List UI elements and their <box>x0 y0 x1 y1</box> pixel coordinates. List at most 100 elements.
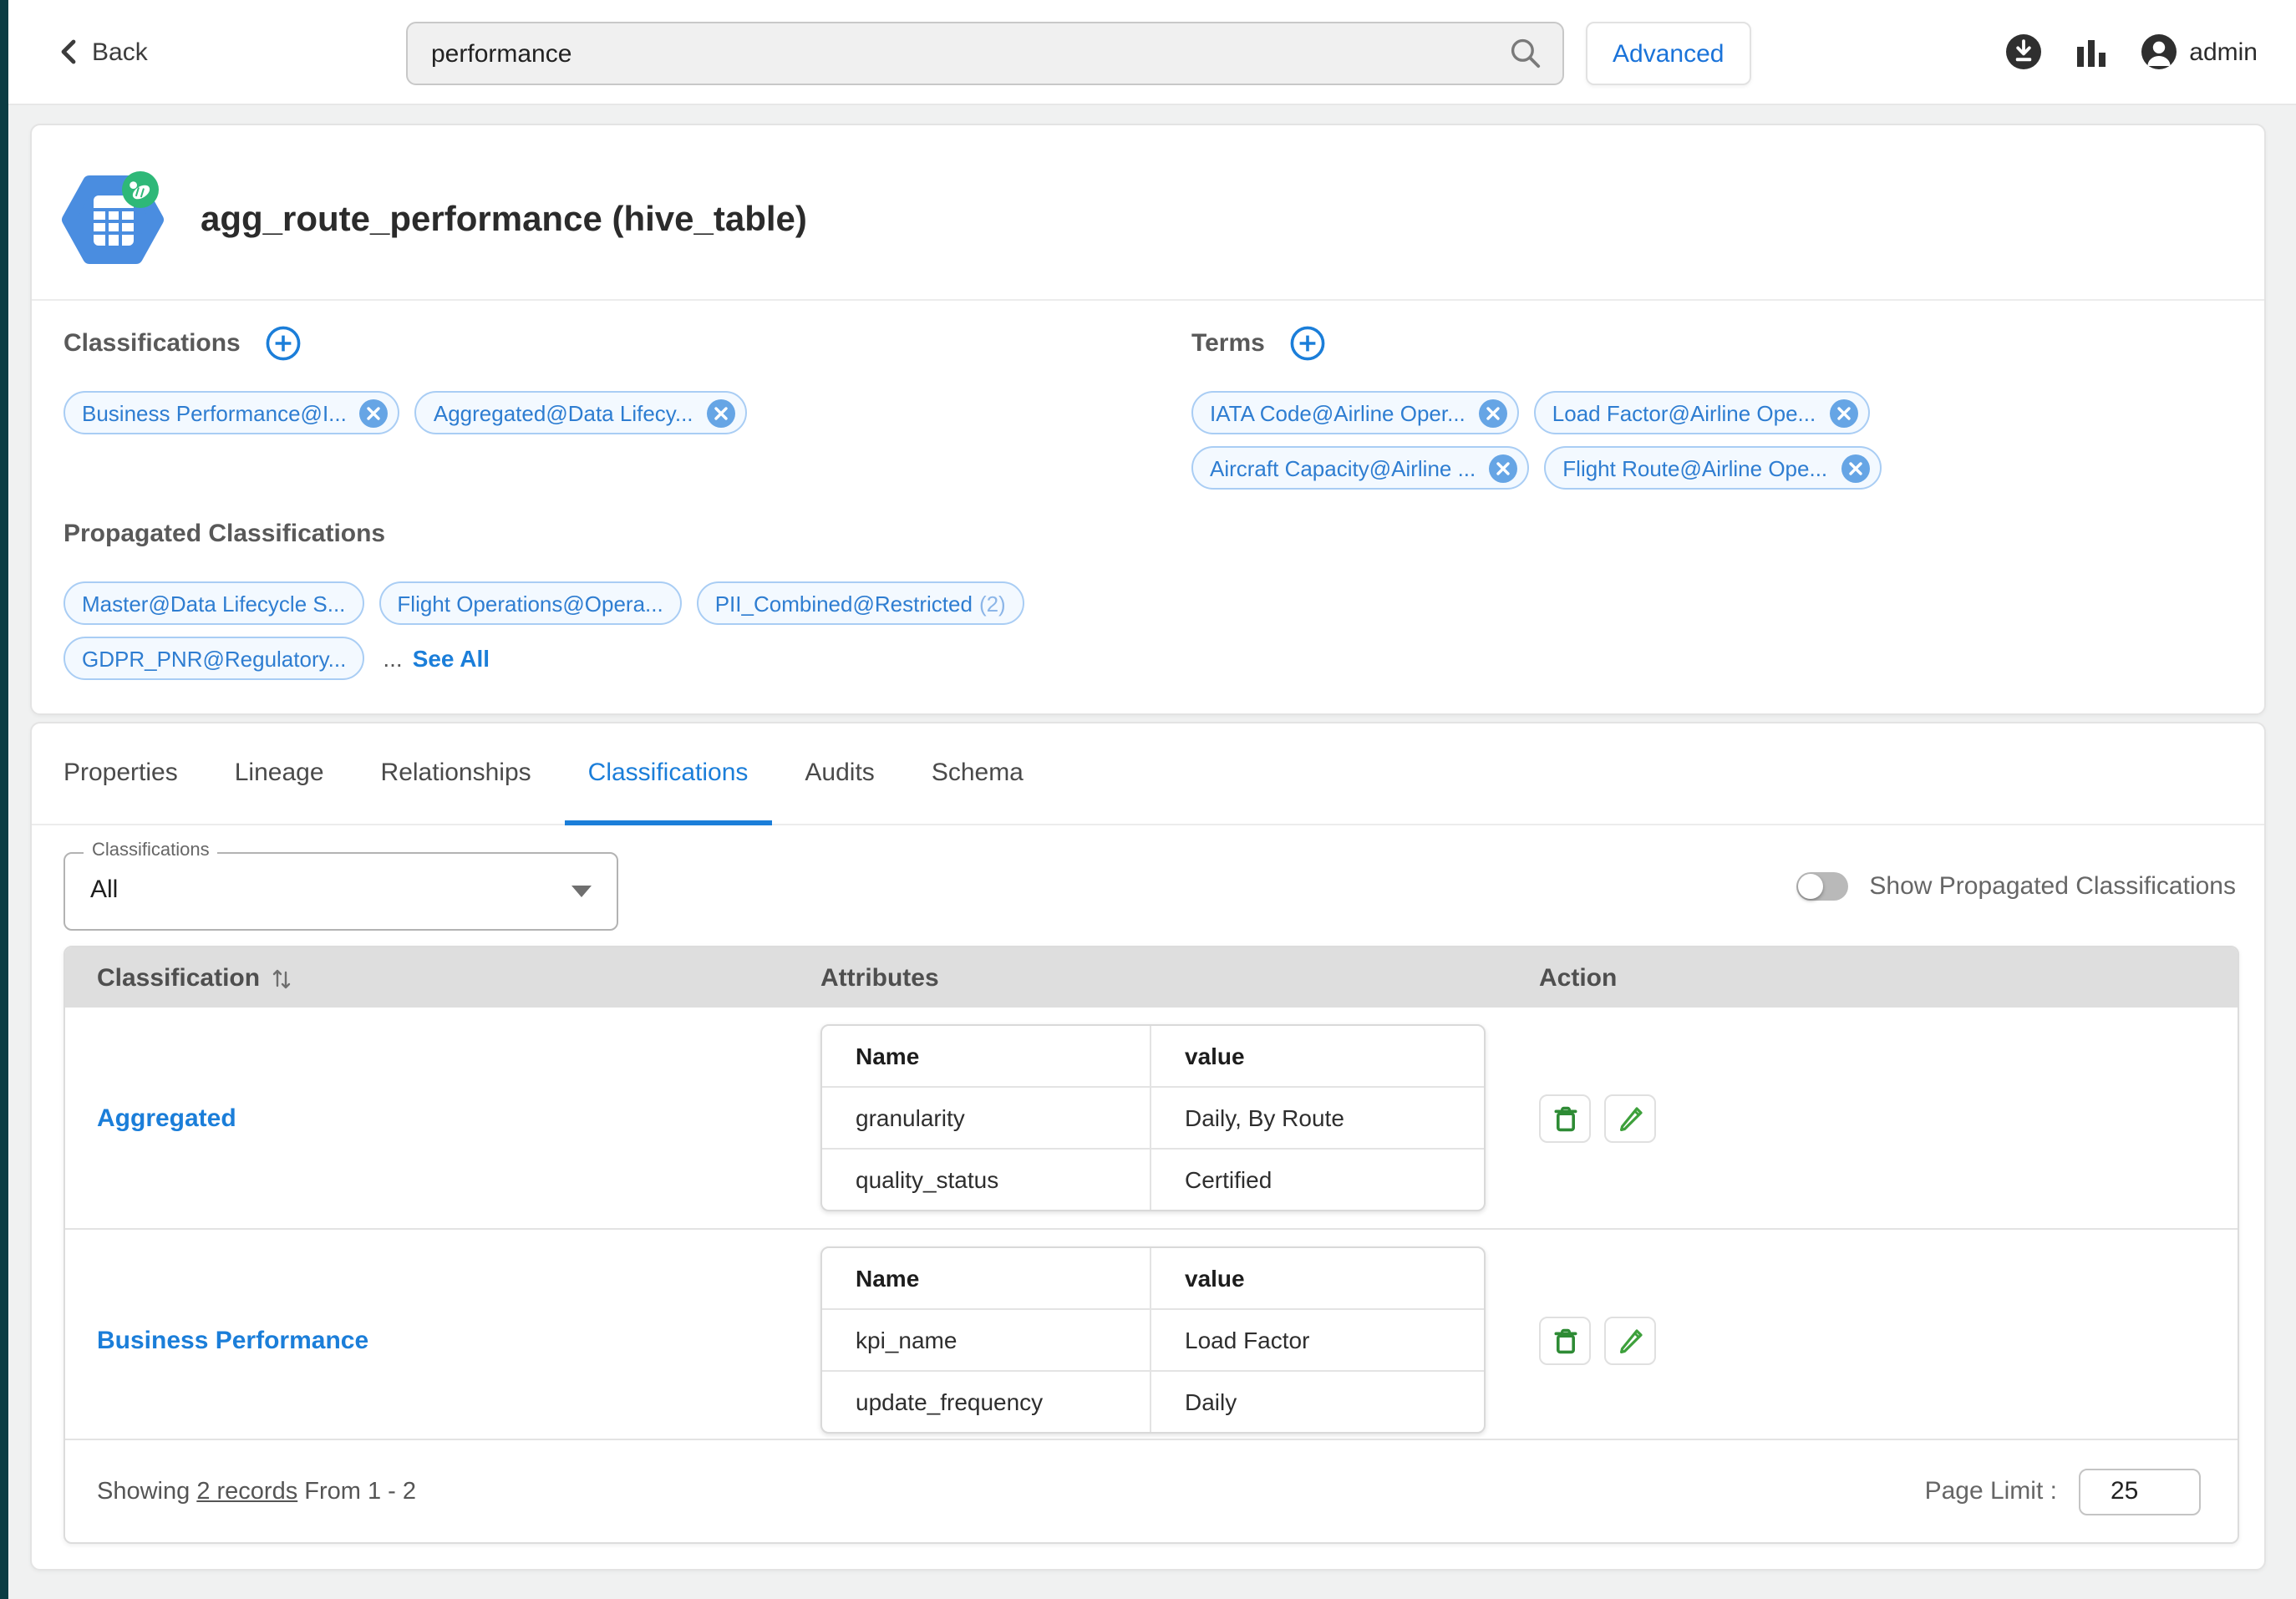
search-input[interactable] <box>408 23 1509 84</box>
attr-row: granularity Daily, By Route <box>822 1086 1484 1148</box>
edit-classification-button[interactable] <box>1604 1316 1656 1364</box>
classifications-table: Classification Attributes Action Aggrega… <box>63 946 2239 1544</box>
download-icon[interactable] <box>2005 33 2042 70</box>
table-row: Aggregated Name value granularity Daily,… <box>65 1008 2238 1228</box>
edit-classification-button[interactable] <box>1604 1094 1656 1142</box>
attr-col-value: value <box>1151 1265 1481 1292</box>
header-divider <box>32 299 2264 301</box>
tag-label: Flight Operations@Opera... <box>397 591 663 616</box>
classifications-filter-select[interactable]: Classifications All <box>63 852 618 931</box>
classification-link[interactable]: Aggregated <box>65 1104 820 1132</box>
add-term-icon[interactable] <box>1290 325 1325 360</box>
attr-name: quality_status <box>822 1150 1151 1210</box>
search-box <box>406 22 1564 85</box>
attr-value: Load Factor <box>1151 1327 1481 1353</box>
remove-tag-icon[interactable] <box>1829 398 1857 427</box>
attr-value: Daily, By Route <box>1151 1104 1481 1131</box>
tag-label: Flight Route@Airline Ope... <box>1562 455 1827 480</box>
attr-row: quality_status Certified <box>822 1148 1484 1210</box>
tag-label: Business Performance@I... <box>82 400 347 425</box>
action-cell <box>1539 1094 2238 1142</box>
terms-heading: Terms <box>1191 328 1265 357</box>
attr-row: update_frequency Daily <box>822 1370 1484 1432</box>
user-label: admin <box>2189 38 2258 66</box>
term-tag[interactable]: Flight Route@Airline Ope... <box>1544 446 1881 490</box>
tab-audits[interactable]: Audits <box>776 723 902 824</box>
column-attributes: Attributes <box>820 963 1539 992</box>
tag-label: GDPR_PNR@Regulatory... <box>82 646 346 671</box>
advanced-label: Advanced <box>1613 39 1724 68</box>
remove-tag-icon[interactable] <box>1841 454 1869 482</box>
attr-col-name: Name <box>822 1248 1151 1308</box>
attr-col-name: Name <box>822 1026 1151 1086</box>
tag-label: Aircraft Capacity@Airline ... <box>1210 455 1476 480</box>
back-button[interactable]: Back <box>58 0 148 104</box>
classifications-heading: Classifications <box>63 328 241 357</box>
tag-label: Aggregated@Data Lifecy... <box>434 400 693 425</box>
delete-classification-button[interactable] <box>1539 1316 1591 1364</box>
classification-tag[interactable]: Business Performance@I... <box>63 391 400 434</box>
chevron-left-icon <box>58 38 79 65</box>
page-limit: Page Limit : <box>1925 1468 2238 1515</box>
range-label: From 1 - 2 <box>304 1478 416 1505</box>
topbar: Back Advanced <box>8 0 2296 105</box>
attr-name: granularity <box>822 1088 1151 1148</box>
advanced-button[interactable]: Advanced <box>1586 22 1750 85</box>
tab-classifications[interactable]: Classifications <box>560 723 777 824</box>
table-footer: Showing 2 records From 1 - 2 Page Limit … <box>65 1439 2238 1542</box>
page-limit-input[interactable] <box>2079 1468 2201 1515</box>
statistics-icon[interactable] <box>2075 36 2107 68</box>
propagated-tag[interactable]: Flight Operations@Opera... <box>378 581 681 625</box>
propagated-tag[interactable]: Master@Data Lifecycle S... <box>63 581 363 625</box>
attributes-table: Name value kpi_name Load Factor update_f… <box>820 1246 1486 1434</box>
user-menu[interactable]: admin <box>2141 33 2258 70</box>
remove-tag-icon[interactable] <box>1489 454 1517 482</box>
tab-schema[interactable]: Schema <box>903 723 1052 824</box>
ellipsis: ... <box>383 645 402 672</box>
classification-tag[interactable]: Aggregated@Data Lifecy... <box>415 391 747 434</box>
toggle-knob <box>1797 874 1822 899</box>
chevron-down-icon <box>571 886 592 897</box>
show-propagated-toggle[interactable] <box>1796 872 1847 901</box>
table-header: Classification Attributes Action <box>65 947 2238 1008</box>
term-tag[interactable]: IATA Code@Airline Oper... <box>1191 391 1519 434</box>
attr-col-value: value <box>1151 1043 1481 1069</box>
tag-label: PII_Combined@Restricted <box>715 591 973 616</box>
attr-name: kpi_name <box>822 1310 1151 1370</box>
remove-tag-icon[interactable] <box>707 398 735 427</box>
detail-card: Properties Lineage Relationships Classif… <box>30 722 2266 1571</box>
remove-tag-icon[interactable] <box>360 398 389 427</box>
select-label: Classifications <box>84 840 218 860</box>
see-all-link[interactable]: See All <box>413 645 490 672</box>
classification-link[interactable]: Business Performance <box>65 1326 820 1354</box>
select-value: All <box>90 876 118 904</box>
table-row: Business Performance Name value kpi_name… <box>65 1228 2238 1450</box>
propagated-tag[interactable]: GDPR_PNR@Regulatory... <box>63 637 364 680</box>
propagated-tag[interactable]: PII_Combined@Restricted (2) <box>697 581 1024 625</box>
attr-row: kpi_name Load Factor <box>822 1308 1484 1370</box>
showing-label: Showing <box>97 1478 190 1505</box>
terms-section: Terms IATA Code@Airline Oper... Load Fac… <box>1191 322 2244 501</box>
tab-bar: Properties Lineage Relationships Classif… <box>32 723 2264 825</box>
attr-value: Certified <box>1151 1166 1481 1193</box>
delete-classification-button[interactable] <box>1539 1094 1591 1142</box>
term-tag[interactable]: Aircraft Capacity@Airline ... <box>1191 446 1529 490</box>
page-limit-label: Page Limit : <box>1925 1477 2057 1505</box>
propagated-toggle-row: Show Propagated Classifications <box>1796 872 2236 901</box>
hive-table-icon <box>60 167 165 272</box>
tab-properties[interactable]: Properties <box>35 723 206 824</box>
tag-label: Master@Data Lifecycle S... <box>82 591 345 616</box>
term-tag[interactable]: Load Factor@Airline Ope... <box>1534 391 1869 434</box>
records-link[interactable]: 2 records <box>196 1478 297 1505</box>
add-classification-icon[interactable] <box>266 325 301 360</box>
column-classification[interactable]: Classification <box>65 963 820 992</box>
topbar-actions: admin <box>2005 0 2258 104</box>
attributes-cell: Name value kpi_name Load Factor update_f… <box>820 1230 1539 1450</box>
tab-lineage[interactable]: Lineage <box>206 723 353 824</box>
tab-relationships[interactable]: Relationships <box>353 723 560 824</box>
remove-tag-icon[interactable] <box>1479 398 1507 427</box>
tag-label: IATA Code@Airline Oper... <box>1210 400 1465 425</box>
back-label: Back <box>92 38 148 66</box>
propagated-section: Propagated Classifications Master@Data L… <box>63 513 1735 692</box>
search-icon[interactable] <box>1509 37 1542 70</box>
